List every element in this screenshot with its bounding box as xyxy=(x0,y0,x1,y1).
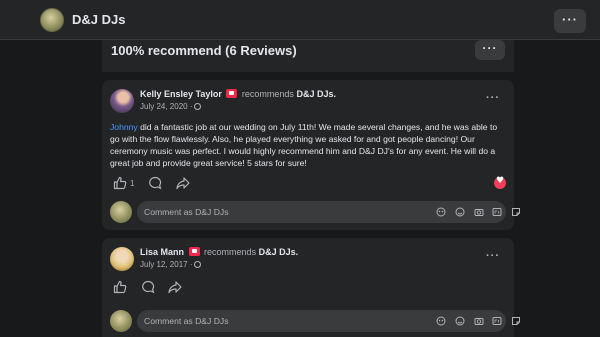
page-link[interactable]: D&J DJs. xyxy=(259,247,299,257)
page-avatar xyxy=(110,310,132,332)
recommends-text: recommends xyxy=(204,247,257,257)
page-link[interactable]: D&J DJs. xyxy=(296,89,336,99)
share-icon[interactable] xyxy=(168,280,182,294)
page-avatar xyxy=(110,201,132,223)
recommends-text: recommends xyxy=(241,89,294,99)
page-avatar[interactable] xyxy=(40,8,64,32)
avatar-sticker-icon[interactable] xyxy=(436,316,446,326)
reviews-header: 100% recommend (6 Reviews) ··· xyxy=(102,40,514,72)
review-text: Johnny did a fantastic job at our weddin… xyxy=(110,121,508,169)
recommend-icon xyxy=(188,247,200,256)
sticker-icon[interactable] xyxy=(511,207,521,217)
comment-input[interactable]: Comment as D&J DJs xyxy=(137,201,520,223)
like-icon[interactable] xyxy=(113,280,127,294)
comment-composer: Comment as D&J DJs xyxy=(110,310,520,332)
comment-placeholder: Comment as D&J DJs xyxy=(144,207,229,217)
comment-composer: Comment as D&J DJs xyxy=(110,201,520,223)
mention-link[interactable]: Johnny xyxy=(110,122,138,132)
heart-reaction-icon[interactable] xyxy=(494,176,506,189)
like-count[interactable]: 1 xyxy=(130,179,134,188)
camera-icon[interactable] xyxy=(474,207,484,217)
review-more-button[interactable]: ··· xyxy=(486,250,500,262)
comment-placeholder: Comment as D&J DJs xyxy=(144,316,229,326)
reaction-bar xyxy=(110,280,506,296)
share-icon[interactable] xyxy=(176,176,190,190)
avatar[interactable] xyxy=(110,247,134,271)
like-icon[interactable] xyxy=(113,176,127,190)
comment-input[interactable]: Comment as D&J DJs xyxy=(137,310,520,332)
avatar[interactable] xyxy=(110,89,134,113)
avatar-sticker-icon[interactable] xyxy=(436,207,446,217)
reviewer-name[interactable]: Lisa Mann xyxy=(140,247,184,257)
emoji-icon[interactable] xyxy=(455,316,465,326)
emoji-icon[interactable] xyxy=(455,207,465,217)
review-date: July 12, 2017 · xyxy=(140,260,202,269)
reviews-more-button[interactable]: ··· xyxy=(475,40,505,60)
review-card: Lisa Mann recommends D&J DJs. July 12, 2… xyxy=(102,238,520,337)
globe-icon xyxy=(194,261,202,268)
reviews-summary: 100% recommend (6 Reviews) xyxy=(111,43,297,58)
date-text[interactable]: July 12, 2017 · xyxy=(140,260,192,269)
review-more-button[interactable]: ··· xyxy=(486,92,500,104)
review-header: Kelly Ensley Taylor recommends D&J DJs. xyxy=(140,89,336,99)
reviewer-name[interactable]: Kelly Ensley Taylor xyxy=(140,89,222,99)
recommend-icon xyxy=(226,89,238,98)
review-header: Lisa Mann recommends D&J DJs. xyxy=(140,247,298,257)
globe-icon xyxy=(194,103,202,110)
date-text[interactable]: July 24, 2020 · xyxy=(140,102,192,111)
camera-icon[interactable] xyxy=(474,316,484,326)
more-options-button[interactable]: ··· xyxy=(554,9,586,33)
gif-icon[interactable] xyxy=(492,207,502,217)
reaction-bar: 1 xyxy=(110,176,506,192)
sticker-icon[interactable] xyxy=(511,316,521,326)
review-date: July 24, 2020 · xyxy=(140,102,202,111)
review-body: did a fantastic job at our wedding on Ju… xyxy=(110,122,498,168)
gif-icon[interactable] xyxy=(492,316,502,326)
page-title[interactable]: D&J DJs xyxy=(72,12,125,27)
review-card: Kelly Ensley Taylor recommends D&J DJs. … xyxy=(102,80,520,230)
comment-icon[interactable] xyxy=(148,176,162,190)
top-bar: D&J DJs ··· xyxy=(0,0,600,40)
comment-icon[interactable] xyxy=(141,280,155,294)
